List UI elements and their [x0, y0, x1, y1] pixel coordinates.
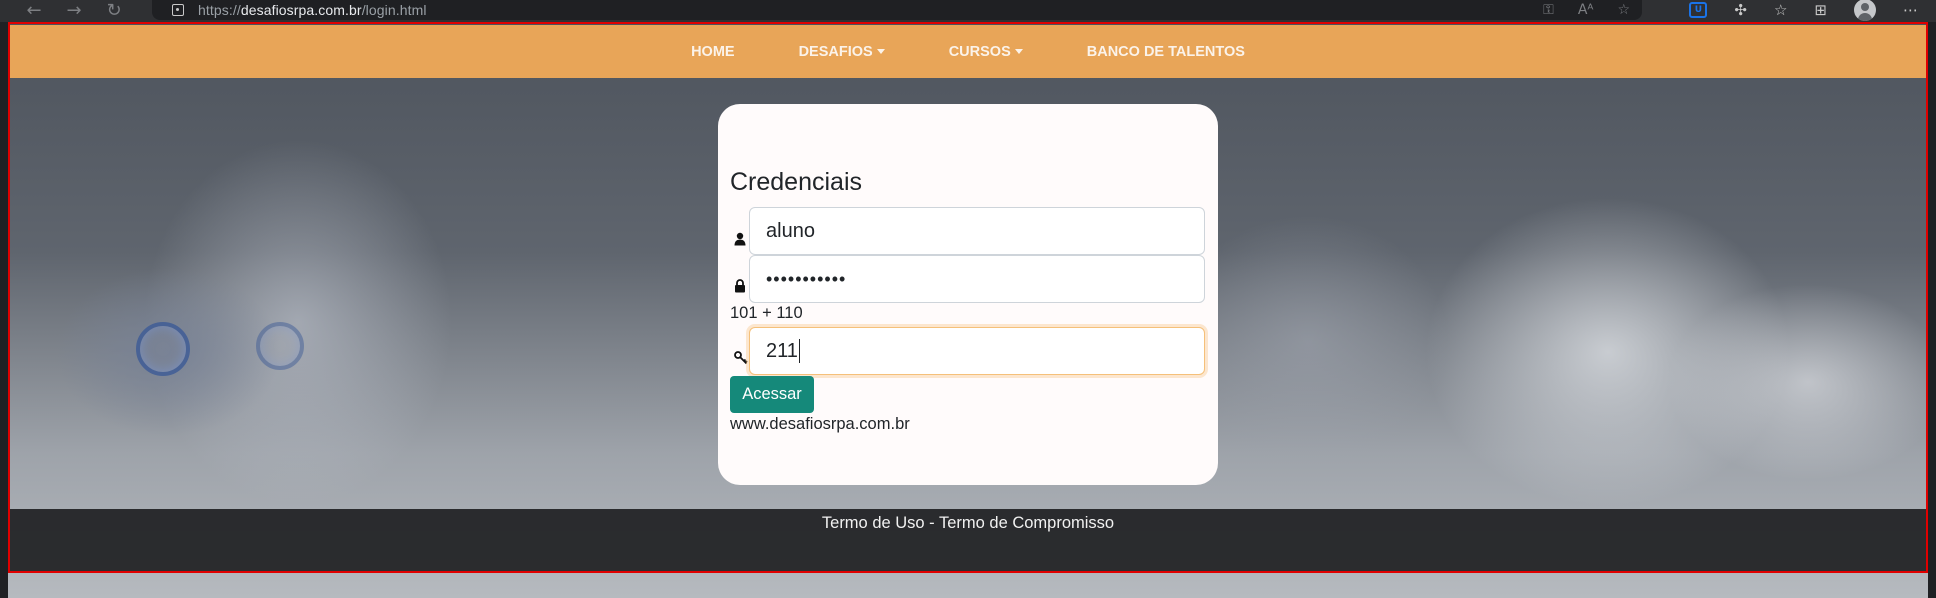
profile-avatar[interactable]: [1854, 0, 1876, 21]
nav-banco-de-talentos[interactable]: BANCO DE TALENTOS: [1087, 44, 1245, 60]
captcha-question: 101 + 110: [730, 304, 803, 322]
captcha-input[interactable]: 211: [749, 327, 1205, 375]
card-title: Credenciais: [730, 168, 863, 196]
key-icon: [734, 351, 748, 365]
url-host: desafiosrpa.com.br: [240, 2, 362, 18]
forward-icon[interactable]: →: [62, 1, 86, 21]
reload-icon[interactable]: ↻: [102, 1, 126, 21]
password-input[interactable]: •••••••••••: [749, 255, 1205, 303]
extension-icon[interactable]: U: [1689, 2, 1708, 18]
page-viewport: HOME DESAFIOS CURSOS BANCO DE TALENTOS C…: [8, 22, 1928, 598]
extensions-puzzle-icon[interactable]: ✣: [1734, 0, 1747, 20]
login-card: Credenciais aluno ••••••••••• 101 + 110 …: [718, 104, 1218, 485]
nav-cursos-label: CURSOS: [948, 43, 1011, 60]
username-input[interactable]: aluno: [749, 207, 1205, 255]
acessar-button[interactable]: Acessar: [730, 376, 814, 413]
key-icon[interactable]: ⚿: [1543, 0, 1554, 20]
url-text[interactable]: https://desafiosrpa.com.br/login.html: [198, 2, 427, 18]
favorite-add-icon[interactable]: ☆: [1617, 0, 1630, 20]
url-path: /login.html: [361, 2, 427, 18]
captcha-input-value: 211: [766, 339, 798, 362]
back-icon[interactable]: ←: [22, 1, 46, 21]
favorites-icon[interactable]: ☆: [1774, 0, 1787, 20]
site-url-text: www.desafiosrpa.com.br: [730, 415, 910, 433]
main-navbar: HOME DESAFIOS CURSOS BANCO DE TALENTOS: [8, 25, 1928, 78]
nav-cursos[interactable]: CURSOS: [949, 44, 1023, 60]
background-robot-eye: [136, 322, 190, 376]
caret-down-icon: [876, 49, 885, 54]
address-bar[interactable]: https://desafiosrpa.com.br/login.html ⚿ …: [152, 0, 1642, 20]
lock-icon: [734, 279, 746, 293]
nav-home[interactable]: HOME: [691, 44, 735, 60]
nav-desafios[interactable]: DESAFIOS: [799, 44, 885, 60]
nav-home-label: HOME: [691, 43, 735, 60]
url-prefix: https://: [198, 2, 241, 18]
site-info-icon[interactable]: [172, 4, 184, 16]
text-cursor: [798, 339, 800, 363]
nav-banco-label: BANCO DE TALENTOS: [1086, 43, 1245, 60]
browser-tools: U ✣ ☆ ⊞ ⋯: [1689, 0, 1918, 21]
user-icon: [734, 232, 746, 246]
caret-down-icon: [1014, 49, 1023, 54]
read-aloud-icon[interactable]: Aᴬ: [1578, 0, 1594, 20]
page-footer: Termo de Uso - Termo de Compromisso: [8, 509, 1928, 573]
footer-terms-link[interactable]: Termo de Uso - Termo de Compromisso: [822, 514, 1114, 533]
browser-toolbar: ← → ↻ https://desafiosrpa.com.br/login.h…: [0, 0, 1936, 22]
nav-desafios-label: DESAFIOS: [798, 43, 873, 60]
address-bar-actions: ⚿ Aᴬ ☆: [1543, 0, 1630, 20]
more-menu-icon[interactable]: ⋯: [1903, 0, 1918, 20]
background-robot-eye: [256, 322, 304, 370]
collections-icon[interactable]: ⊞: [1814, 0, 1827, 20]
